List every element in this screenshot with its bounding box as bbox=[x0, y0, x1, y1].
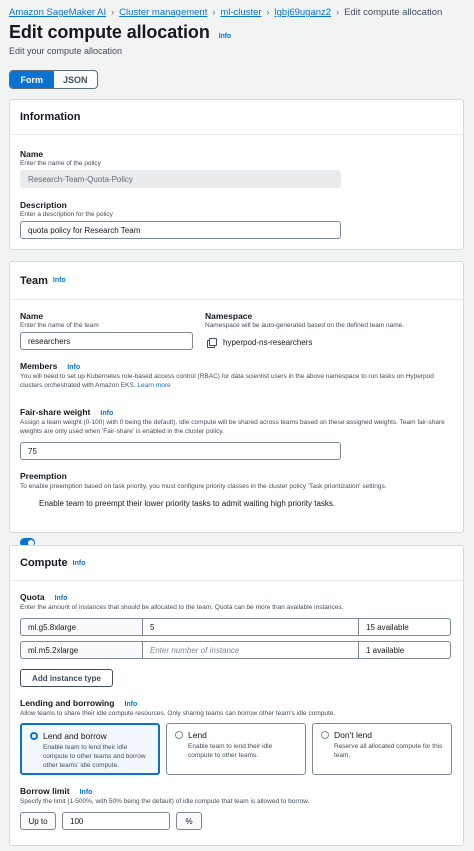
page-title: Edit compute allocation Info bbox=[9, 22, 231, 43]
compute-heading: Compute Info bbox=[10, 546, 463, 581]
instance-type-cell: ml.g5.8xlarge bbox=[20, 618, 143, 636]
compute-info-link[interactable]: Info bbox=[73, 560, 86, 567]
breadcrumb-link-cluster[interactable]: ml-cluster bbox=[220, 7, 261, 18]
information-heading-text: Information bbox=[20, 111, 81, 123]
instance-type-cell: ml.m5.2xlarge bbox=[20, 641, 143, 659]
quota-label: Quota Info bbox=[20, 592, 67, 602]
radio-icon[interactable] bbox=[321, 731, 329, 739]
information-panel: Information Name Enter the name of the p… bbox=[9, 99, 464, 250]
option-desc: Reserve all allocated compute for this t… bbox=[334, 743, 443, 759]
team-heading: Team Info bbox=[10, 262, 463, 300]
namespace-value: hyperpod-ns-researchers bbox=[223, 338, 313, 347]
tab-form[interactable]: Form bbox=[10, 71, 54, 88]
compute-heading-text: Compute bbox=[20, 557, 68, 569]
breadcrumb-link-cluster-management[interactable]: Cluster management bbox=[119, 7, 207, 18]
team-name-desc: Enter the name of the team bbox=[20, 322, 99, 329]
quota-label-text: Quota bbox=[20, 592, 45, 602]
page-title-text: Edit compute allocation bbox=[9, 22, 210, 42]
radio-icon[interactable] bbox=[175, 731, 183, 739]
chevron-right-icon: › bbox=[336, 7, 340, 17]
borrow-limit-field[interactable]: 100 bbox=[62, 812, 170, 830]
chevron-right-icon: › bbox=[111, 7, 115, 17]
lending-info-link[interactable]: Info bbox=[124, 701, 137, 708]
description-desc: Enter a description for the policy bbox=[20, 211, 113, 218]
lend-option[interactable]: Lend Enable team to lend their idle comp… bbox=[166, 723, 306, 775]
preemption-toggle-label: Enable team to preempt their lower prior… bbox=[39, 499, 336, 508]
lend-and-borrow-option[interactable]: Lend and borrow Enable team to lend thei… bbox=[20, 723, 160, 775]
chevron-right-icon: › bbox=[266, 7, 270, 17]
policy-name-label: Name bbox=[20, 149, 44, 159]
quota-count-input[interactable]: 5 bbox=[143, 618, 359, 636]
lending-label-text: Lending and borrowing bbox=[20, 698, 115, 708]
add-instance-type-button[interactable]: Add instance type bbox=[20, 669, 113, 687]
weight-info-link[interactable]: Info bbox=[100, 410, 113, 417]
borrow-unit-label: % bbox=[176, 812, 202, 830]
members-label: Members Info bbox=[20, 361, 80, 371]
option-title: Lend bbox=[188, 730, 207, 740]
information-heading: Information bbox=[10, 100, 463, 135]
team-heading-text: Team bbox=[20, 274, 48, 287]
policy-name-field: Research-Team-Quota-Policy bbox=[20, 170, 341, 188]
members-label-text: Members bbox=[20, 361, 58, 371]
borrow-info-link[interactable]: Info bbox=[80, 789, 93, 796]
option-title: Don't lend bbox=[334, 730, 373, 740]
borrow-limit-label: Borrow limit Info bbox=[20, 786, 92, 796]
option-desc: Enable team to lend their idle compute t… bbox=[43, 744, 146, 769]
preemption-label: Preemption bbox=[20, 471, 67, 481]
weight-desc: Assign a team weight (0-100) with 0 bein… bbox=[20, 419, 445, 435]
weight-label: Fair-share weight Info bbox=[20, 407, 113, 417]
namespace-value-row: hyperpod-ns-researchers bbox=[207, 338, 313, 348]
chevron-right-icon: › bbox=[212, 7, 216, 17]
copy-icon[interactable] bbox=[207, 338, 217, 348]
policy-name-desc: Enter the name of the policy bbox=[20, 160, 101, 167]
breadcrumb-link-sagemaker[interactable]: Amazon SageMaker AI bbox=[9, 7, 106, 18]
tab-json[interactable]: JSON bbox=[54, 71, 98, 88]
team-name-field[interactable]: researchers bbox=[20, 332, 193, 350]
quota-count-input[interactable]: Enter number of instance bbox=[143, 641, 359, 659]
weight-field[interactable]: 75 bbox=[20, 442, 341, 460]
description-field[interactable]: quota policy for Research Team bbox=[20, 221, 341, 239]
team-name-label: Name bbox=[20, 311, 44, 321]
mode-toggle: Form JSON bbox=[9, 70, 98, 89]
namespace-desc: Namespace will be auto-generated based o… bbox=[205, 322, 405, 329]
lending-label: Lending and borrowing Info bbox=[20, 698, 137, 708]
quota-info-link[interactable]: Info bbox=[55, 595, 68, 602]
borrow-limit-desc: Specify the limit (1-500%, with 50% bein… bbox=[20, 798, 310, 805]
option-title: Lend and borrow bbox=[43, 731, 107, 741]
quota-desc: Enter the amount of instances that shoul… bbox=[20, 604, 344, 611]
breadcrumb-current: Edit compute allocation bbox=[344, 7, 443, 18]
page-subtitle: Edit your compute allocation bbox=[9, 46, 123, 56]
breadcrumb-link-policy[interactable]: lgbj69uganz2 bbox=[275, 7, 332, 18]
weight-label-text: Fair-share weight bbox=[20, 407, 91, 417]
description-label: Description bbox=[20, 200, 67, 210]
radio-selected-icon[interactable] bbox=[30, 732, 38, 740]
page-info-link[interactable]: Info bbox=[219, 33, 232, 40]
borrow-prefix-label: Up to bbox=[20, 812, 56, 830]
option-desc: Enable team to lend their idle compute t… bbox=[188, 743, 273, 759]
members-desc-text: You will need to set up Kubernetes role-… bbox=[20, 373, 434, 389]
borrow-limit-label-text: Borrow limit bbox=[20, 786, 70, 796]
preemption-desc: To enable preemption based on task prior… bbox=[20, 483, 387, 490]
members-info-link[interactable]: Info bbox=[67, 364, 80, 371]
namespace-label: Namespace bbox=[205, 311, 253, 321]
breadcrumb: Amazon SageMaker AI › Cluster management › m… bbox=[9, 7, 442, 18]
quota-row: ml.m5.2xlarge Enter number of instance 1… bbox=[20, 641, 451, 659]
available-count: 15 available bbox=[359, 618, 451, 636]
dont-lend-option[interactable]: Don't lend Reserve all allocated compute… bbox=[312, 723, 452, 775]
team-info-link[interactable]: Info bbox=[53, 277, 66, 284]
team-panel: Team Info Name Enter the name of the tea… bbox=[9, 261, 464, 547]
learn-more-link[interactable]: Learn more bbox=[137, 382, 170, 389]
compute-panel: Compute Info Quota Info Enter the amount … bbox=[9, 545, 464, 846]
lending-desc: Allow teams to share their idle compute … bbox=[20, 710, 336, 717]
available-count: 1 available bbox=[359, 641, 451, 659]
quota-row: ml.g5.8xlarge 5 15 available bbox=[20, 618, 451, 636]
members-desc: You will need to set up Kubernetes role-… bbox=[20, 372, 440, 390]
